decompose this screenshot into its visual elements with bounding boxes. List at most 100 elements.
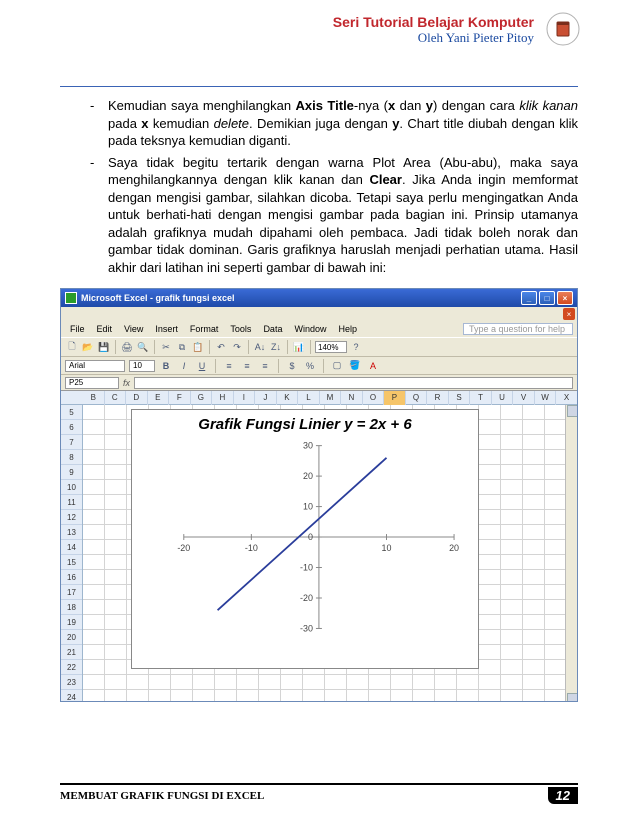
font-select[interactable]: Arial (65, 360, 125, 372)
column-header[interactable]: G (191, 391, 213, 405)
formula-bar[interactable] (134, 377, 573, 389)
column-header[interactable]: Q (406, 391, 428, 405)
page-number: 12 (548, 787, 578, 804)
svg-text:-20: -20 (177, 543, 190, 553)
cells-area[interactable]: Grafik Fungsi Linier y = 2x + 6 -20-1010… (83, 405, 577, 701)
menu-tools[interactable]: Tools (225, 323, 256, 335)
row-header[interactable]: 23 (61, 675, 82, 690)
borders-icon[interactable]: ▢ (330, 359, 344, 373)
copy-icon[interactable]: ⧉ (175, 340, 189, 354)
vertical-scrollbar[interactable] (565, 405, 577, 701)
row-header[interactable]: 24 (61, 690, 82, 701)
column-header[interactable]: D (126, 391, 148, 405)
svg-text:-10: -10 (300, 563, 313, 573)
column-header[interactable]: K (277, 391, 299, 405)
menu-edit[interactable]: Edit (92, 323, 118, 335)
new-icon[interactable]: 🗋 (65, 340, 79, 354)
column-header[interactable]: T (470, 391, 492, 405)
sort-asc-icon[interactable]: A↓ (253, 340, 267, 354)
align-right-icon[interactable]: ≡ (258, 359, 272, 373)
preview-icon[interactable]: 🔍 (136, 340, 150, 354)
italic-icon[interactable]: I (177, 359, 191, 373)
column-header[interactable]: F (169, 391, 191, 405)
row-header[interactable]: 15 (61, 555, 82, 570)
row-header[interactable]: 11 (61, 495, 82, 510)
column-header[interactable]: U (492, 391, 514, 405)
formatting-toolbar: Arial 10 B I U ≡ ≡ ≡ $ % ▢ 🪣 A (61, 357, 577, 375)
column-header[interactable]: L (298, 391, 320, 405)
chart-icon[interactable]: 📊 (292, 340, 306, 354)
row-header[interactable]: 19 (61, 615, 82, 630)
column-header[interactable]: V (513, 391, 535, 405)
redo-icon[interactable]: ↷ (230, 340, 244, 354)
column-header[interactable]: X (556, 391, 577, 405)
row-header[interactable]: 17 (61, 585, 82, 600)
minimize-button[interactable]: _ (521, 291, 537, 305)
column-header[interactable]: I (234, 391, 256, 405)
column-header[interactable]: R (427, 391, 449, 405)
column-header[interactable]: O (363, 391, 385, 405)
plot-area: -20-101020-30-20-100102030 (150, 439, 464, 649)
help-search-input[interactable]: Type a question for help (463, 323, 573, 335)
menu-view[interactable]: View (119, 323, 148, 335)
undo-icon[interactable]: ↶ (214, 340, 228, 354)
column-header[interactable]: B (83, 391, 105, 405)
maximize-button[interactable]: □ (539, 291, 555, 305)
menu-insert[interactable]: Insert (150, 323, 183, 335)
row-header[interactable]: 8 (61, 450, 82, 465)
save-icon[interactable]: 💾 (97, 340, 111, 354)
close-workbook-button[interactable]: × (563, 308, 575, 320)
row-header[interactable]: 10 (61, 480, 82, 495)
column-header[interactable]: S (449, 391, 471, 405)
bold-icon[interactable]: B (159, 359, 173, 373)
percent-icon[interactable]: % (303, 359, 317, 373)
open-icon[interactable]: 📂 (81, 340, 95, 354)
row-header[interactable]: 7 (61, 435, 82, 450)
paste-icon[interactable]: 📋 (191, 340, 205, 354)
embedded-chart[interactable]: Grafik Fungsi Linier y = 2x + 6 -20-1010… (131, 409, 479, 669)
align-center-icon[interactable]: ≡ (240, 359, 254, 373)
menu-format[interactable]: Format (185, 323, 224, 335)
underline-icon[interactable]: U (195, 359, 209, 373)
column-header[interactable]: H (212, 391, 234, 405)
column-header[interactable]: M (320, 391, 342, 405)
font-size-select[interactable]: 10 (129, 360, 155, 372)
author-line: Oleh Yani Pieter Pitoy (60, 30, 578, 46)
help-icon[interactable]: ? (349, 340, 363, 354)
name-box[interactable]: P25 (65, 377, 119, 389)
row-header[interactable]: 5 (61, 405, 82, 420)
row-header[interactable]: 9 (61, 465, 82, 480)
sort-desc-icon[interactable]: Z↓ (269, 340, 283, 354)
menu-file[interactable]: File (65, 323, 90, 335)
row-header[interactable]: 18 (61, 600, 82, 615)
zoom-input[interactable]: 140% (315, 341, 347, 353)
row-header[interactable]: 22 (61, 660, 82, 675)
menu-window[interactable]: Window (289, 323, 331, 335)
excel-window: Microsoft Excel - grafik fungsi excel _ … (60, 288, 578, 702)
column-header[interactable]: W (535, 391, 557, 405)
column-header[interactable]: P (384, 391, 406, 405)
cut-icon[interactable]: ✂ (159, 340, 173, 354)
row-header[interactable]: 14 (61, 540, 82, 555)
row-header[interactable]: 12 (61, 510, 82, 525)
close-button[interactable]: × (557, 291, 573, 305)
row-header[interactable]: 21 (61, 645, 82, 660)
print-icon[interactable]: 🖨 (120, 340, 134, 354)
svg-text:20: 20 (303, 472, 313, 482)
currency-icon[interactable]: $ (285, 359, 299, 373)
row-header[interactable]: 13 (61, 525, 82, 540)
column-header[interactable]: E (148, 391, 170, 405)
align-left-icon[interactable]: ≡ (222, 359, 236, 373)
fx-icon[interactable]: fx (123, 378, 130, 388)
column-header[interactable]: C (105, 391, 127, 405)
row-header[interactable]: 20 (61, 630, 82, 645)
menu-help[interactable]: Help (333, 323, 362, 335)
row-header[interactable]: 16 (61, 570, 82, 585)
fill-color-icon[interactable]: 🪣 (348, 359, 362, 373)
row-header[interactable]: 6 (61, 420, 82, 435)
font-color-icon[interactable]: A (366, 359, 380, 373)
spreadsheet-grid: BCDEFGHIJKLMNOPQRSTUVWX 5678910111213141… (61, 391, 577, 701)
menu-data[interactable]: Data (258, 323, 287, 335)
column-header[interactable]: J (255, 391, 277, 405)
column-header[interactable]: N (341, 391, 363, 405)
